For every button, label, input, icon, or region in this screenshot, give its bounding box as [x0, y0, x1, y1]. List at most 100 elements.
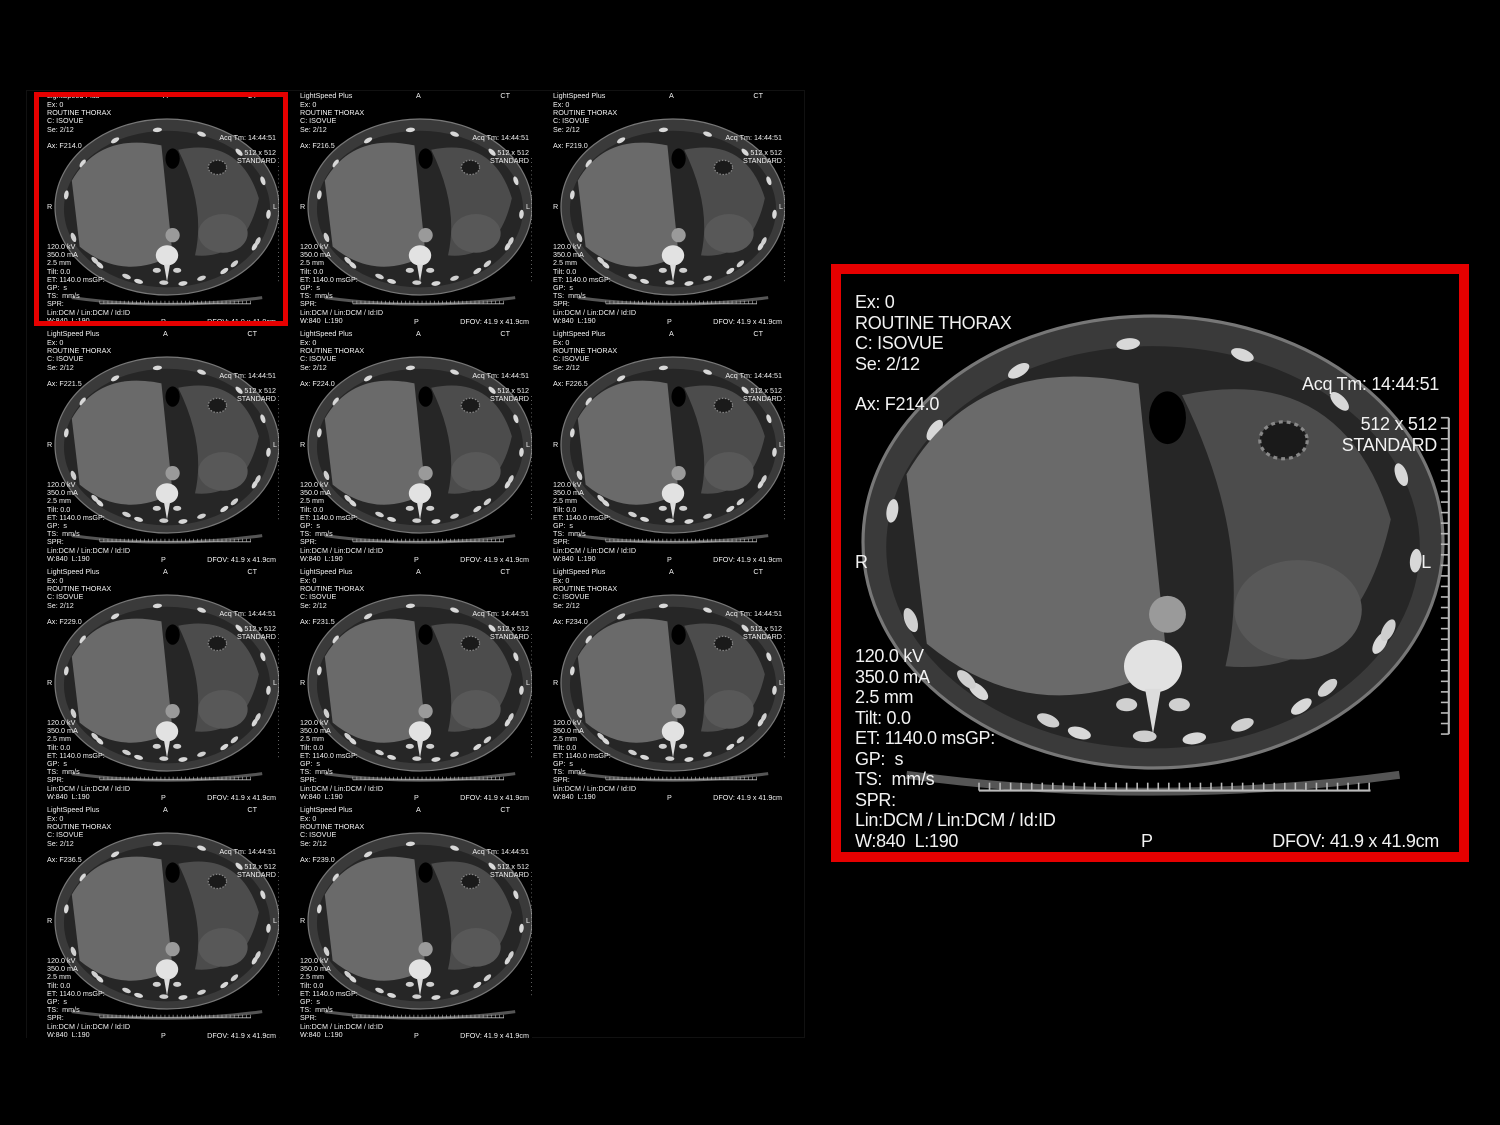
anterior-marker: A: [416, 567, 421, 576]
matrix-kernel: 512 x 512 STANDARD: [489, 624, 529, 642]
posterior-marker: P: [414, 793, 419, 802]
zoom-dfov: DFOV: 41.9 x 41.9cm: [1272, 831, 1439, 851]
matrix-kernel: 512 x 512 STANDARD: [489, 386, 529, 404]
scan-params: 120.0 kV 350.0 mA 2.5 mm Tilt: 0.0 ET: 1…: [553, 242, 637, 325]
matrix-kernel: 512 x 512 STANDARD: [489, 148, 529, 166]
scanner-label: LightSpeed Plus: [300, 329, 353, 338]
matrix-kernel: 512 x 512 STANDARD: [236, 624, 276, 642]
spleen: [1234, 560, 1362, 660]
gas-bubble: [418, 862, 433, 883]
aorta: [418, 942, 433, 957]
scanner-label: LightSpeed Plus: [553, 329, 606, 338]
dfov: DFOV: 41.9 x 41.9cm: [713, 793, 782, 802]
spleen: [451, 928, 501, 967]
anterior-marker: A: [416, 329, 421, 338]
spleen: [704, 452, 754, 491]
dfov: DFOV: 41.9 x 41.9cm: [207, 555, 276, 564]
vertebra: [155, 483, 179, 504]
ct-slice-tile[interactable]: LightSpeed Plus A CT Ex: 0 ROUTINE THORAX C…: [280, 91, 532, 327]
aorta: [671, 704, 686, 719]
zoom-scan-params: 120.0 kV 350.0 mA 2.5 mm Tilt: 0.0 ET: 1…: [855, 646, 1056, 851]
gas-bubble: [418, 624, 433, 645]
gas-bubble: [165, 386, 180, 407]
vertebra: [661, 721, 685, 742]
left-marker: L: [779, 202, 783, 211]
posterior-marker: P: [414, 1031, 419, 1040]
gas-bubble: [418, 148, 433, 169]
right-marker: R: [47, 916, 53, 925]
zoom-left-marker: L: [1421, 552, 1431, 572]
right-marker: R: [300, 202, 306, 211]
spleen: [451, 452, 501, 491]
dfov: DFOV: 41.9 x 41.9cm: [713, 555, 782, 564]
axial-position: Ax: F219.0: [553, 141, 588, 150]
modality-label: CT: [247, 329, 257, 338]
ct-slice-tile[interactable]: LightSpeed Plus A CT Ex: 0 ROUTINE THORAX C…: [280, 805, 532, 1041]
anterior-marker: A: [163, 805, 168, 814]
scanner-label: LightSpeed Plus: [300, 805, 353, 814]
zoom-exam-info: Ex: 0 ROUTINE THORAX C: ISOVUE Se: 2/12: [855, 292, 1012, 374]
matrix-kernel: 512 x 512 STANDARD: [236, 862, 276, 880]
ct-slice-tile[interactable]: LightSpeed Plus A CT Ex: 0 ROUTINE THORAX C…: [280, 329, 532, 565]
scan-params: 120.0 kV 350.0 mA 2.5 mm Tilt: 0.0 ET: 1…: [47, 956, 131, 1039]
axial-position: Ax: F224.0: [300, 379, 335, 388]
axial-position: Ax: F239.0: [300, 855, 335, 864]
axial-position: Ax: F229.0: [47, 617, 82, 626]
posterior-marker: P: [161, 1031, 166, 1040]
exam-info: Ex: 0 ROUTINE THORAX C: ISOVUE Se: 2/12: [300, 814, 365, 848]
ct-slice-tile[interactable]: LightSpeed Plus A CT Ex: 0 ROUTINE THORAX C…: [533, 329, 785, 565]
exam-info: Ex: 0 ROUTINE THORAX C: ISOVUE Se: 2/12: [553, 338, 618, 372]
scan-params: 120.0 kV 350.0 mA 2.5 mm Tilt: 0.0 ET: 1…: [553, 718, 637, 801]
right-marker: R: [47, 440, 53, 449]
acq-time: Acq Tm: 14:44:51: [725, 133, 782, 142]
ct-slice-tile[interactable]: LightSpeed Plus A CT Ex: 0 ROUTINE THORAX C…: [533, 567, 785, 803]
vertebra: [408, 245, 432, 266]
vertebra: [408, 959, 432, 980]
left-marker: L: [273, 440, 277, 449]
zoom-axial-position: Ax: F214.0: [855, 394, 940, 414]
matrix-kernel: 512 x 512 STANDARD: [489, 862, 529, 880]
dfov: DFOV: 41.9 x 41.9cm: [207, 1031, 276, 1040]
matrix-kernel: 512 x 512 STANDARD: [742, 624, 782, 642]
ct-slice-tile[interactable]: LightSpeed Plus A CT Ex: 0 ROUTINE THORAX C…: [27, 567, 279, 803]
exam-info: Ex: 0 ROUTINE THORAX C: ISOVUE Se: 2/12: [300, 338, 365, 372]
aorta: [165, 942, 180, 957]
acq-time: Acq Tm: 14:44:51: [219, 609, 276, 618]
vertebra: [661, 245, 685, 266]
dfov: DFOV: 41.9 x 41.9cm: [460, 1031, 529, 1040]
anterior-marker: A: [163, 329, 168, 338]
selected-tile-highlight: [34, 92, 288, 326]
posterior-marker: P: [667, 793, 672, 802]
exam-info: Ex: 0 ROUTINE THORAX C: ISOVUE Se: 2/12: [553, 576, 618, 610]
ct-slice-tile[interactable]: LightSpeed Plus A CT Ex: 0 ROUTINE THORAX C…: [27, 805, 279, 1041]
right-marker: R: [553, 440, 559, 449]
gas-bubble: [418, 386, 433, 407]
ct-slice-tile[interactable]: LightSpeed Plus A CT Ex: 0 ROUTINE THORAX C…: [280, 567, 532, 803]
dfov: DFOV: 41.9 x 41.9cm: [713, 317, 782, 326]
exam-info: Ex: 0 ROUTINE THORAX C: ISOVUE Se: 2/12: [47, 338, 112, 372]
right-marker: R: [553, 678, 559, 687]
scanner-label: LightSpeed Plus: [300, 91, 353, 100]
modality-label: CT: [753, 329, 763, 338]
scan-params: 120.0 kV 350.0 mA 2.5 mm Tilt: 0.0 ET: 1…: [300, 242, 384, 325]
right-marker: R: [47, 678, 53, 687]
vertebra: [155, 721, 179, 742]
acq-time: Acq Tm: 14:44:51: [725, 371, 782, 380]
exam-info: Ex: 0 ROUTINE THORAX C: ISOVUE Se: 2/12: [47, 576, 112, 610]
anterior-marker: A: [669, 567, 674, 576]
acq-time: Acq Tm: 14:44:51: [472, 609, 529, 618]
scan-params: 120.0 kV 350.0 mA 2.5 mm Tilt: 0.0 ET: 1…: [300, 480, 384, 563]
gas-bubble: [671, 624, 686, 645]
axial-position: Ax: F231.5: [300, 617, 335, 626]
dfov: DFOV: 41.9 x 41.9cm: [460, 793, 529, 802]
ct-slice-tile[interactable]: LightSpeed Plus A CT Ex: 0 ROUTINE THORAX C…: [533, 91, 785, 327]
zoom-posterior-marker: P: [1141, 831, 1153, 851]
posterior-marker: P: [414, 317, 419, 326]
ct-slice-tile[interactable]: LightSpeed Plus A CT Ex: 0 ROUTINE THORAX C…: [27, 329, 279, 565]
left-marker: L: [273, 678, 277, 687]
exam-info: Ex: 0 ROUTINE THORAX C: ISOVUE Se: 2/12: [300, 576, 365, 610]
axial-position: Ax: F226.5: [553, 379, 588, 388]
modality-label: CT: [500, 567, 510, 576]
axial-position: Ax: F221.5: [47, 379, 82, 388]
spleen: [198, 928, 248, 967]
